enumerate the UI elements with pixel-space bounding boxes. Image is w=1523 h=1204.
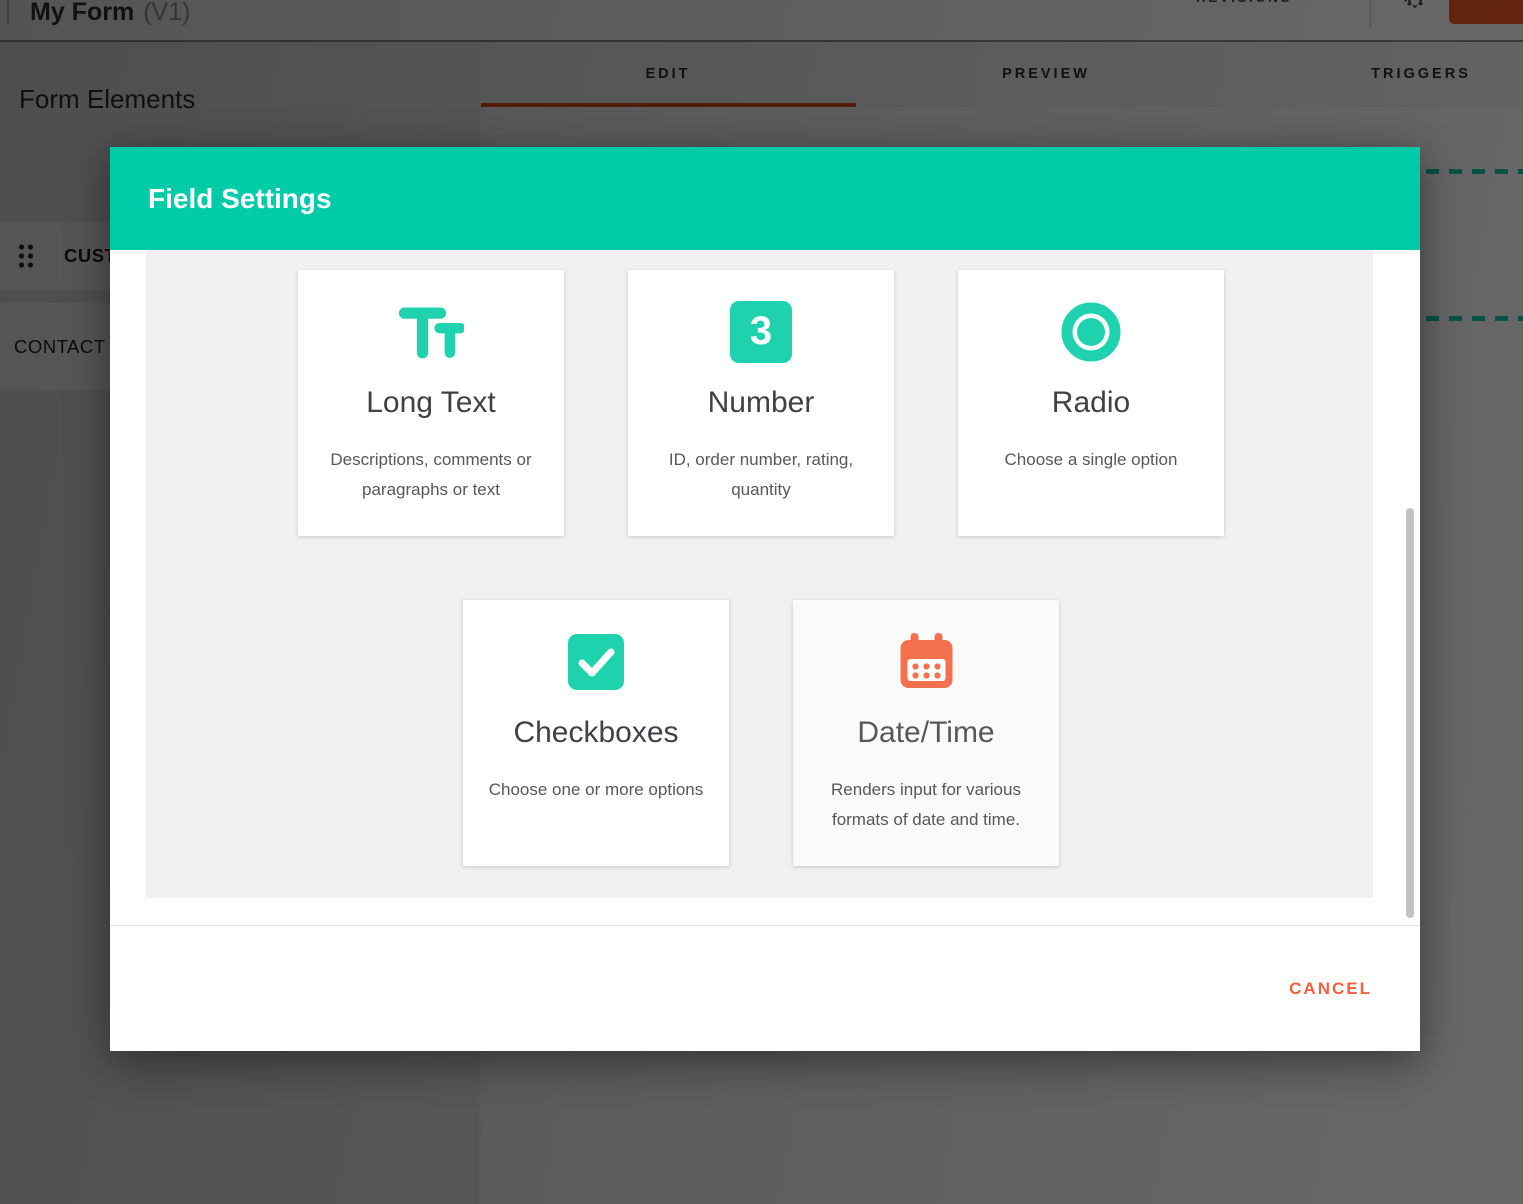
field-type-name: Checkboxes — [513, 716, 678, 750]
field-type-card-checkboxes[interactable]: Checkboxes Choose one or more options — [463, 600, 729, 866]
modal-scrollbar[interactable] — [1406, 508, 1414, 918]
field-type-name: Radio — [1052, 386, 1130, 420]
field-type-description: Descriptions, comments or paragraphs or … — [298, 445, 564, 505]
field-type-card-radio[interactable]: Radio Choose a single option — [958, 270, 1224, 536]
field-type-card-date-time[interactable]: Date/Time Renders input for various form… — [793, 600, 1059, 866]
field-type-description: Choose a single option — [981, 445, 1202, 475]
field-type-card-long-text[interactable]: Long Text Descriptions, comments or para… — [298, 270, 564, 536]
dialog-header: Field Settings — [110, 147, 1420, 250]
field-type-name: Long Text — [366, 386, 496, 420]
footer-divider — [110, 925, 1420, 926]
field-settings-dialog: Field Settings Long Text Descriptions, c… — [110, 147, 1420, 1051]
radio-icon — [1060, 300, 1122, 363]
field-type-description: ID, order number, rating, quantity — [628, 445, 894, 505]
dialog-title: Field Settings — [148, 183, 332, 215]
field-type-description: Choose one or more options — [465, 775, 728, 805]
field-type-card-number[interactable]: 3 Number ID, order number, rating, quant… — [628, 270, 894, 536]
number-icon: 3 — [730, 300, 792, 363]
field-type-name: Date/Time — [857, 716, 994, 750]
field-type-name: Number — [708, 386, 815, 420]
field-type-description: Renders input for various formats of dat… — [793, 775, 1059, 835]
checkboxes-icon — [567, 630, 625, 693]
cancel-button[interactable]: CANCEL — [1289, 967, 1372, 1011]
number-icon-digit: 3 — [750, 309, 772, 354]
calendar-icon — [898, 630, 955, 693]
long-text-icon — [398, 300, 464, 363]
